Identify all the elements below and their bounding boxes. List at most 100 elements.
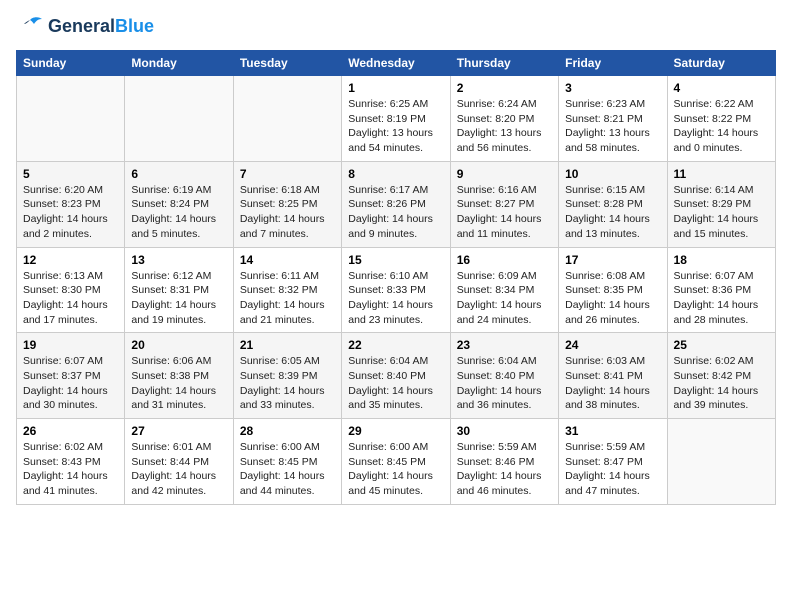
day-number: 8 — [348, 167, 443, 181]
calendar-cell: 8Sunrise: 6:17 AMSunset: 8:26 PMDaylight… — [342, 161, 450, 247]
calendar-cell: 9 Sunrise: 6:16 AMSunset: 8:27 PMDaylight… — [450, 161, 558, 247]
calendar-cell: 20Sunrise: 6:06 AMSunset: 8:38 PMDayligh… — [125, 333, 233, 419]
page-header: GeneralBlue — [16, 16, 776, 38]
calendar-cell: 29Sunrise: 6:00 AMSunset: 8:45 PMDayligh… — [342, 419, 450, 505]
day-number: 6 — [131, 167, 226, 181]
cell-sunrise-info: Sunrise: 6:14 AMSunset: 8:29 PMDaylight:… — [674, 183, 769, 242]
calendar-header-row: SundayMondayTuesdayWednesdayThursdayFrid… — [17, 51, 776, 76]
day-number: 23 — [457, 338, 552, 352]
logo-text: GeneralBlue — [48, 17, 154, 37]
day-number: 27 — [131, 424, 226, 438]
day-number: 4 — [674, 81, 769, 95]
calendar-cell: 12 Sunrise: 6:13 AMSunset: 8:30 PMDayligh… — [17, 247, 125, 333]
calendar-cell: 15Sunrise: 6:10 AMSunset: 8:33 PMDayligh… — [342, 247, 450, 333]
calendar-cell: 21Sunrise: 6:05 AMSunset: 8:39 PMDayligh… — [233, 333, 341, 419]
calendar-cell: 10 Sunrise: 6:15 AMSunset: 8:28 PMDayligh… — [559, 161, 667, 247]
day-number: 2 — [457, 81, 552, 95]
calendar-week-row: 26 Sunrise: 6:02 AMSunset: 8:43 PMDayligh… — [17, 419, 776, 505]
weekday-header: Thursday — [450, 51, 558, 76]
day-number: 12 — [23, 253, 118, 267]
day-number: 30 — [457, 424, 552, 438]
calendar-cell: 30 Sunrise: 5:59 AMSunset: 8:46 PMDayligh… — [450, 419, 558, 505]
calendar-cell — [667, 419, 775, 505]
calendar-cell: 18 Sunrise: 6:07 AMSunset: 8:36 PMDayligh… — [667, 247, 775, 333]
day-number: 28 — [240, 424, 335, 438]
day-number: 17 — [565, 253, 660, 267]
day-number: 16 — [457, 253, 552, 267]
day-number: 5 — [23, 167, 118, 181]
day-number: 29 — [348, 424, 443, 438]
cell-sunrise-info: Sunrise: 6:00 AMSunset: 8:45 PMDaylight:… — [240, 440, 335, 499]
calendar-cell: 3 Sunrise: 6:23 AMSunset: 8:21 PMDaylight… — [559, 76, 667, 162]
calendar-cell: 27Sunrise: 6:01 AMSunset: 8:44 PMDayligh… — [125, 419, 233, 505]
day-number: 19 — [23, 338, 118, 352]
calendar-table: SundayMondayTuesdayWednesdayThursdayFrid… — [16, 50, 776, 505]
day-number: 1 — [348, 81, 443, 95]
day-number: 18 — [674, 253, 769, 267]
cell-sunrise-info: Sunrise: 5:59 AMSunset: 8:47 PMDaylight:… — [565, 440, 660, 499]
calendar-week-row: 12 Sunrise: 6:13 AMSunset: 8:30 PMDayligh… — [17, 247, 776, 333]
day-number: 10 — [565, 167, 660, 181]
calendar-cell: 24Sunrise: 6:03 AMSunset: 8:41 PMDayligh… — [559, 333, 667, 419]
cell-sunrise-info: Sunrise: 6:24 AMSunset: 8:20 PMDaylight:… — [457, 97, 552, 156]
day-number: 25 — [674, 338, 769, 352]
calendar-cell — [233, 76, 341, 162]
weekday-header: Friday — [559, 51, 667, 76]
calendar-week-row: 19 Sunrise: 6:07 AMSunset: 8:37 PMDayligh… — [17, 333, 776, 419]
calendar-cell: 23 Sunrise: 6:04 AMSunset: 8:40 PMDayligh… — [450, 333, 558, 419]
calendar-cell: 6 Sunrise: 6:19 AMSunset: 8:24 PMDaylight… — [125, 161, 233, 247]
calendar-cell — [125, 76, 233, 162]
calendar-cell: 31Sunrise: 5:59 AMSunset: 8:47 PMDayligh… — [559, 419, 667, 505]
cell-sunrise-info: Sunrise: 6:04 AMSunset: 8:40 PMDaylight:… — [457, 354, 552, 413]
cell-sunrise-info: Sunrise: 6:22 AMSunset: 8:22 PMDaylight:… — [674, 97, 769, 156]
weekday-header: Tuesday — [233, 51, 341, 76]
calendar-cell: 17Sunrise: 6:08 AMSunset: 8:35 PMDayligh… — [559, 247, 667, 333]
cell-sunrise-info: Sunrise: 6:18 AMSunset: 8:25 PMDaylight:… — [240, 183, 335, 242]
cell-sunrise-info: Sunrise: 6:13 AMSunset: 8:30 PMDaylight:… — [23, 269, 118, 328]
calendar-cell: 1 Sunrise: 6:25 AMSunset: 8:19 PMDaylight… — [342, 76, 450, 162]
day-number: 14 — [240, 253, 335, 267]
weekday-header: Monday — [125, 51, 233, 76]
day-number: 20 — [131, 338, 226, 352]
calendar-cell: 2 Sunrise: 6:24 AMSunset: 8:20 PMDaylight… — [450, 76, 558, 162]
calendar-cell: 11 Sunrise: 6:14 AMSunset: 8:29 PMDayligh… — [667, 161, 775, 247]
logo: GeneralBlue — [16, 16, 154, 38]
day-number: 26 — [23, 424, 118, 438]
calendar-cell — [17, 76, 125, 162]
cell-sunrise-info: Sunrise: 6:09 AMSunset: 8:34 PMDaylight:… — [457, 269, 552, 328]
cell-sunrise-info: Sunrise: 6:23 AMSunset: 8:21 PMDaylight:… — [565, 97, 660, 156]
cell-sunrise-info: Sunrise: 6:15 AMSunset: 8:28 PMDaylight:… — [565, 183, 660, 242]
cell-sunrise-info: Sunrise: 6:19 AMSunset: 8:24 PMDaylight:… — [131, 183, 226, 242]
cell-sunrise-info: Sunrise: 6:25 AMSunset: 8:19 PMDaylight:… — [348, 97, 443, 156]
day-number: 13 — [131, 253, 226, 267]
cell-sunrise-info: Sunrise: 6:16 AMSunset: 8:27 PMDaylight:… — [457, 183, 552, 242]
cell-sunrise-info: Sunrise: 6:03 AMSunset: 8:41 PMDaylight:… — [565, 354, 660, 413]
weekday-header: Sunday — [17, 51, 125, 76]
cell-sunrise-info: Sunrise: 6:20 AMSunset: 8:23 PMDaylight:… — [23, 183, 118, 242]
day-number: 11 — [674, 167, 769, 181]
cell-sunrise-info: Sunrise: 5:59 AMSunset: 8:46 PMDaylight:… — [457, 440, 552, 499]
cell-sunrise-info: Sunrise: 6:02 AMSunset: 8:43 PMDaylight:… — [23, 440, 118, 499]
cell-sunrise-info: Sunrise: 6:11 AMSunset: 8:32 PMDaylight:… — [240, 269, 335, 328]
calendar-cell: 19 Sunrise: 6:07 AMSunset: 8:37 PMDayligh… — [17, 333, 125, 419]
calendar-week-row: 1 Sunrise: 6:25 AMSunset: 8:19 PMDaylight… — [17, 76, 776, 162]
calendar-cell: 22Sunrise: 6:04 AMSunset: 8:40 PMDayligh… — [342, 333, 450, 419]
day-number: 7 — [240, 167, 335, 181]
day-number: 9 — [457, 167, 552, 181]
calendar-cell: 25 Sunrise: 6:02 AMSunset: 8:42 PMDayligh… — [667, 333, 775, 419]
logo-icon — [16, 16, 44, 38]
cell-sunrise-info: Sunrise: 6:07 AMSunset: 8:37 PMDaylight:… — [23, 354, 118, 413]
day-number: 3 — [565, 81, 660, 95]
cell-sunrise-info: Sunrise: 6:02 AMSunset: 8:42 PMDaylight:… — [674, 354, 769, 413]
calendar-cell: 7 Sunrise: 6:18 AMSunset: 8:25 PMDaylight… — [233, 161, 341, 247]
cell-sunrise-info: Sunrise: 6:12 AMSunset: 8:31 PMDaylight:… — [131, 269, 226, 328]
calendar-cell: 14 Sunrise: 6:11 AMSunset: 8:32 PMDayligh… — [233, 247, 341, 333]
calendar-cell: 16 Sunrise: 6:09 AMSunset: 8:34 PMDayligh… — [450, 247, 558, 333]
cell-sunrise-info: Sunrise: 6:07 AMSunset: 8:36 PMDaylight:… — [674, 269, 769, 328]
weekday-header: Wednesday — [342, 51, 450, 76]
calendar-cell: 26 Sunrise: 6:02 AMSunset: 8:43 PMDayligh… — [17, 419, 125, 505]
calendar-week-row: 5 Sunrise: 6:20 AMSunset: 8:23 PMDaylight… — [17, 161, 776, 247]
cell-sunrise-info: Sunrise: 6:10 AMSunset: 8:33 PMDaylight:… — [348, 269, 443, 328]
cell-sunrise-info: Sunrise: 6:04 AMSunset: 8:40 PMDaylight:… — [348, 354, 443, 413]
calendar-cell: 13 Sunrise: 6:12 AMSunset: 8:31 PMDayligh… — [125, 247, 233, 333]
